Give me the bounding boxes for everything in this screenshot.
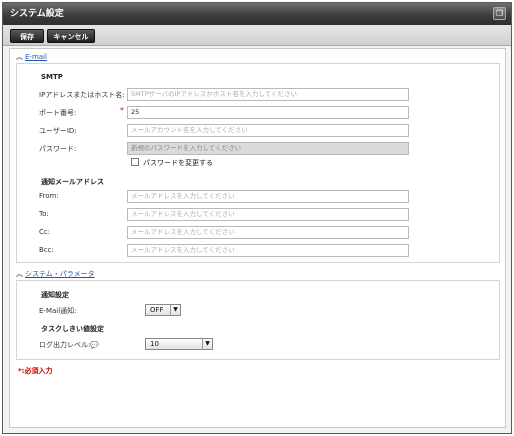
required-note: *:必須入力	[18, 367, 53, 375]
system-section-title: システム・パラメータ	[25, 270, 95, 278]
system-panel: 通知設定 E-Mail通知: OFF ▼ タスクしきい値設定 ログ出力レベル:💬…	[16, 280, 500, 360]
log-level-value: 10	[150, 340, 159, 348]
speech-bubble-icon: 💬	[90, 341, 100, 349]
smtp-title: SMTP	[41, 73, 63, 81]
email-notify-value: OFF	[150, 306, 164, 314]
user-id-input[interactable]: メールアカウント名を入力してください	[127, 124, 409, 137]
window-title: システム設定	[10, 9, 64, 19]
change-password-checkbox[interactable]	[131, 158, 139, 166]
to-label: To:	[39, 210, 49, 218]
to-input[interactable]: メールアドレスを入力してください	[127, 208, 409, 221]
email-section-toggle[interactable]: ︽ E-mail	[16, 52, 47, 62]
host-input[interactable]: SMTPサーバのIPアドレスかホスト名を入力してください	[127, 88, 409, 101]
log-level-label: ログ出力レベル:💬	[39, 340, 99, 350]
toolbar: 保存 キャンセル	[3, 25, 511, 46]
system-section-toggle[interactable]: ︽ システム・パラメータ	[16, 269, 95, 279]
settings-content: ︽ E-mail SMTP IPアドレスまたはホスト名: SMTPサーバのIPアド…	[9, 48, 506, 428]
log-level-label-text: ログ出力レベル:	[39, 341, 91, 349]
change-password-label: パスワードを変更する	[143, 159, 213, 167]
collapse-chevron-icon: ︽	[16, 270, 23, 278]
from-input[interactable]: メールアドレスを入力してください	[127, 190, 409, 203]
email-panel: SMTP IPアドレスまたはホスト名: SMTPサーバのIPアドレスかホスト名を…	[16, 63, 500, 263]
cc-label: Cc:	[39, 228, 51, 236]
dropdown-arrow-icon: ▼	[202, 339, 212, 349]
cc-input[interactable]: メールアドレスを入力してください	[127, 226, 409, 239]
host-label: IPアドレスまたはホスト名:	[39, 91, 125, 99]
port-input[interactable]: 25	[127, 106, 409, 119]
save-button[interactable]: 保存	[10, 29, 44, 43]
required-mark: *	[120, 106, 124, 115]
port-label: ポート番号:	[39, 109, 77, 117]
cancel-button[interactable]: キャンセル	[47, 29, 95, 43]
user-id-label: ユーザーID:	[39, 127, 77, 135]
restore-icon[interactable]: ❐	[493, 7, 506, 20]
from-label: From:	[39, 192, 59, 200]
email-notify-select[interactable]: OFF ▼	[145, 304, 181, 316]
dropdown-arrow-icon: ▼	[170, 305, 180, 315]
threshold-title: タスクしきい値設定	[41, 325, 104, 333]
email-notify-label: E-Mail通知:	[39, 307, 77, 315]
notification-title: 通知設定	[41, 291, 69, 299]
password-input[interactable]: 新規のパスワードを入力してください	[127, 142, 409, 155]
notify-address-title: 通知メールアドレス	[41, 178, 104, 186]
password-label: パスワード:	[39, 145, 77, 153]
system-settings-window: システム設定 ❐ 保存 キャンセル ︽ E-mail SMTP IPアドレスまたは…	[2, 2, 512, 434]
email-section-title: E-mail	[25, 53, 47, 61]
bcc-label: Bcc:	[39, 246, 54, 254]
log-level-select[interactable]: 10 ▼	[145, 338, 213, 350]
bcc-input[interactable]: メールアドレスを入力してください	[127, 244, 409, 257]
title-bar: システム設定 ❐	[3, 3, 511, 25]
collapse-chevron-icon: ︽	[16, 53, 23, 61]
